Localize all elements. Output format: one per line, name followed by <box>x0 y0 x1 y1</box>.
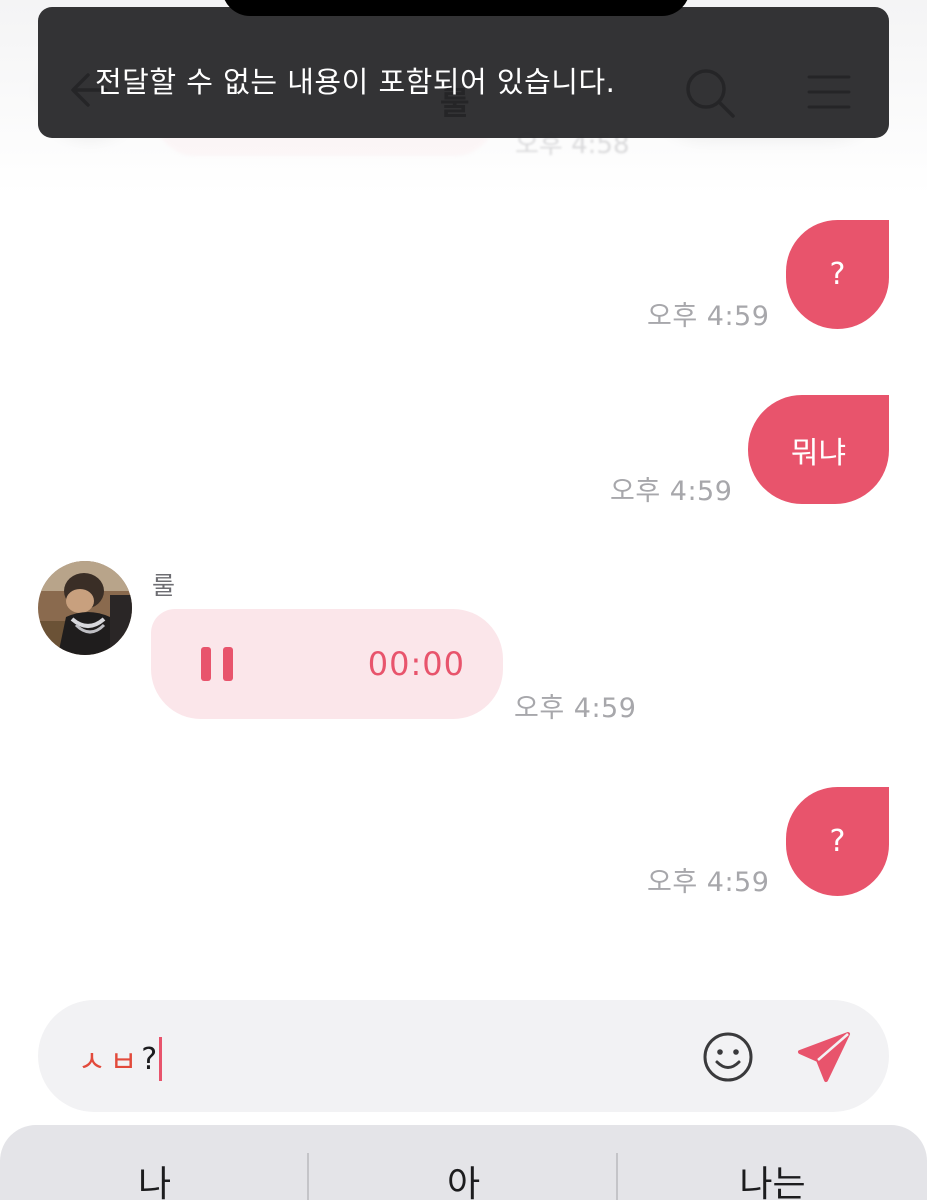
message-bubble-outgoing[interactable]: ? <box>786 220 889 329</box>
typed-text: ? <box>141 1041 158 1077</box>
send-paper-plane-icon <box>798 1032 850 1082</box>
emoji-button[interactable] <box>702 1031 754 1083</box>
message-input-bar[interactable]: ㅅㅂ? <box>38 1000 889 1112</box>
message-time: 오후 4:59 <box>514 693 637 724</box>
message-text: ? <box>829 824 846 859</box>
suggestion-item[interactable]: 나는 <box>618 1155 927 1200</box>
message-bubble-outgoing[interactable]: 뭐냐 <box>748 395 889 504</box>
message-text: 뭐냐 <box>790 435 847 471</box>
pause-icon[interactable] <box>201 647 233 681</box>
voice-message-bubble[interactable]: 00:00 <box>151 609 503 719</box>
suggestion-item[interactable]: 나 <box>0 1155 309 1200</box>
toast-notification: 전달할 수 없는 내용이 포함되어 있습니다. <box>38 7 889 138</box>
voice-duration: 00:00 <box>367 645 465 683</box>
dynamic-island <box>222 0 690 16</box>
message-time: 오후 4:59 <box>647 301 770 332</box>
composing-text: ㅅㅂ <box>78 1045 142 1080</box>
toast-message: 전달할 수 없는 내용이 포함되어 있습니다. <box>95 65 616 99</box>
text-cursor <box>159 1037 163 1081</box>
send-button[interactable] <box>796 1030 852 1086</box>
smiley-face-icon <box>703 1032 753 1082</box>
avatar-photo <box>38 561 132 655</box>
suggestion-item[interactable]: 아 <box>309 1155 618 1200</box>
message-text: ? <box>829 257 846 292</box>
message-input[interactable]: ㅅㅂ? <box>78 1037 163 1081</box>
message-bubble-outgoing[interactable]: ? <box>786 787 889 896</box>
avatar[interactable] <box>38 561 132 655</box>
sender-name: 룰 <box>152 571 176 600</box>
keyboard-suggestion-bar: 나 아 나는 <box>0 1125 927 1200</box>
message-time: 오후 4:59 <box>647 867 770 898</box>
message-time: 오후 4:59 <box>610 476 733 507</box>
